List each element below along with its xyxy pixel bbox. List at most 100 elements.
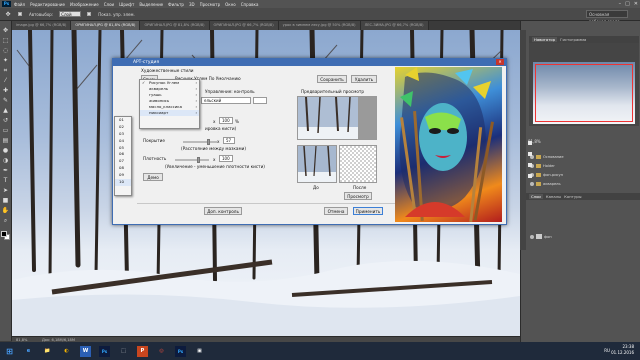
coverage-slider-thumb[interactable] (207, 139, 210, 145)
move-tool-icon[interactable]: ✥ (4, 11, 12, 18)
start-button[interactable]: ⊞ (4, 346, 15, 357)
variant-item[interactable]: 07 (115, 158, 131, 165)
density-slider-track[interactable] (175, 159, 209, 161)
tab-doc-3[interactable]: ОРИГИНАЛ.JPG @ 81,8% (RGB/8) (140, 21, 210, 30)
taskbar-app[interactable]: Ps (175, 345, 186, 357)
color-swatches[interactable] (0, 231, 11, 241)
taskbar-app[interactable]: Ps (99, 345, 110, 357)
autoselect-select[interactable]: Слой (59, 11, 82, 17)
history-brush-icon[interactable]: ↺ (2, 117, 9, 124)
magic-wand-icon[interactable]: ✦ (2, 57, 9, 64)
autoselect-checkbox[interactable] (18, 12, 22, 16)
minimize-button[interactable]: – (619, 1, 622, 7)
menu-layers[interactable]: Слои (104, 2, 114, 7)
taskbar-app[interactable]: ⬚ (118, 346, 129, 357)
taskbar-app[interactable]: W (80, 345, 91, 357)
zoom-icon[interactable]: ⌕ (2, 217, 9, 224)
gradient-icon[interactable]: ▤ (2, 137, 9, 144)
menu-select[interactable]: Выделение (139, 2, 163, 7)
coverage-slider-track[interactable] (183, 141, 217, 143)
navigator-view-box[interactable] (535, 64, 633, 122)
navigator-thumbnail[interactable] (533, 62, 635, 124)
brush-icon[interactable]: ✎ (2, 97, 9, 104)
variant-item[interactable]: 10 (115, 179, 131, 186)
taskbar-app[interactable]: ▣ (194, 346, 205, 357)
blur-icon[interactable]: ● (2, 147, 9, 154)
menu-type[interactable]: Шрифт (119, 2, 134, 7)
tab-doc-5[interactable]: урок в зимнем лесу.jpg @ 50% (RGB/8) (278, 21, 361, 30)
variant-item[interactable]: 04 (115, 138, 131, 145)
delete-style-button[interactable]: Удалить (351, 75, 377, 83)
taskbar-app[interactable]: P (137, 345, 148, 357)
tab-doc-1[interactable]: image.jpg @ 66,7% (RGB/8) (12, 21, 72, 30)
menu-image[interactable]: Изображение (70, 2, 99, 7)
tab-doc-4[interactable]: ОРИГИНАЛ.JPG @ 66,7% (RGB/8) (209, 21, 279, 30)
layer-row[interactable]: фон-рисун (530, 171, 638, 178)
menu-window[interactable]: Окно (225, 2, 236, 7)
panel-icon[interactable] (528, 174, 532, 178)
crop-icon[interactable]: ⌗ (2, 67, 9, 74)
taskbar-app[interactable]: ◐ (61, 346, 72, 357)
variant-item[interactable]: 01 (115, 117, 131, 124)
lang-indicator[interactable]: RU (604, 348, 610, 353)
taskbar-app[interactable]: 📁 (42, 346, 53, 357)
tab-histogram[interactable]: Гистограмма (560, 37, 586, 42)
variant-item[interactable]: 09 (115, 172, 131, 179)
mode-select[interactable]: ельский (201, 97, 251, 104)
variant-item[interactable]: 02 (115, 124, 131, 131)
stamp-icon[interactable]: ▲ (2, 107, 9, 114)
shape-icon[interactable]: ■ (2, 197, 9, 204)
workspace-select[interactable]: Основная рабочая среда (586, 10, 628, 24)
pen-icon[interactable]: ✒ (2, 167, 9, 174)
tab-navigator[interactable]: Навигатор (532, 37, 558, 42)
type-icon[interactable]: T (2, 177, 9, 184)
menu-file[interactable]: Файл (14, 2, 25, 7)
eraser-icon[interactable]: ▭ (2, 127, 9, 134)
variant-item[interactable]: 08 (115, 165, 131, 172)
panel-icon[interactable] (528, 163, 532, 167)
marquee-icon[interactable]: ⬚ (2, 37, 9, 44)
coverage-field[interactable]: 57 (223, 137, 235, 144)
preview-button[interactable]: Просмотр (344, 192, 372, 200)
tab-channels[interactable]: Каналы (546, 194, 561, 199)
cancel-button[interactable]: Отмена (324, 207, 348, 215)
save-style-button[interactable]: Сохранить (317, 75, 347, 83)
lasso-icon[interactable]: ◌ (2, 47, 9, 54)
menu-view[interactable]: Просмотр (200, 2, 221, 7)
tab-paths[interactable]: Контуры (564, 194, 581, 199)
menu-3d[interactable]: 3D (189, 2, 195, 7)
foreground-color-swatch[interactable] (0, 231, 7, 237)
dialog-close-icon[interactable]: ✕ (496, 59, 504, 65)
additional-control-button[interactable]: Доп. контроль (204, 207, 242, 215)
tab-doc-2[interactable]: ОРИГИНАЛ.JPG @ 81,8% (RGB/8) (71, 21, 141, 30)
tab-doc-6[interactable]: ЛЕС-ЗИМА.JPG @ 66,7% (RGB/8) (360, 21, 429, 30)
taskbar-app[interactable]: e (23, 346, 34, 357)
preview-before[interactable] (297, 145, 337, 183)
demo-button[interactable]: Демо (143, 173, 163, 181)
variant-item[interactable]: 05 (115, 145, 131, 152)
layer-row[interactable]: Основание (530, 153, 638, 160)
density-field[interactable]: 100 (219, 155, 233, 162)
variant-item[interactable]: 03 (115, 131, 131, 138)
maximize-button[interactable]: □ (625, 1, 630, 7)
move-icon[interactable]: ✥ (2, 27, 9, 34)
preview-main[interactable] (297, 96, 377, 140)
brush-size-field[interactable]: 100 (219, 117, 233, 124)
menu-filter[interactable]: Фильтр (168, 2, 184, 7)
panel-icon[interactable] (528, 152, 532, 156)
menu-edit[interactable]: Редактирование (30, 2, 65, 7)
hand-icon[interactable]: ✋ (2, 207, 9, 214)
eyedropper-icon[interactable]: ⁄ (2, 77, 9, 84)
transform-checkbox[interactable] (87, 12, 92, 16)
layer-row[interactable]: фон (530, 233, 638, 240)
apply-button[interactable]: Применить (353, 207, 383, 215)
taskbar-app[interactable]: ◎ (156, 346, 167, 357)
variant-item[interactable]: 06 (115, 151, 131, 158)
density-slider-thumb[interactable] (197, 157, 200, 163)
style-menu-item-pixelart[interactable]: пиксиарт › (140, 110, 199, 116)
visibility-icon[interactable] (530, 234, 534, 239)
layer-row[interactable]: Holder (530, 162, 638, 169)
menu-help[interactable]: Справка (241, 2, 259, 7)
panel-icon[interactable] (528, 141, 532, 145)
healing-icon[interactable]: ✚ (2, 87, 9, 94)
